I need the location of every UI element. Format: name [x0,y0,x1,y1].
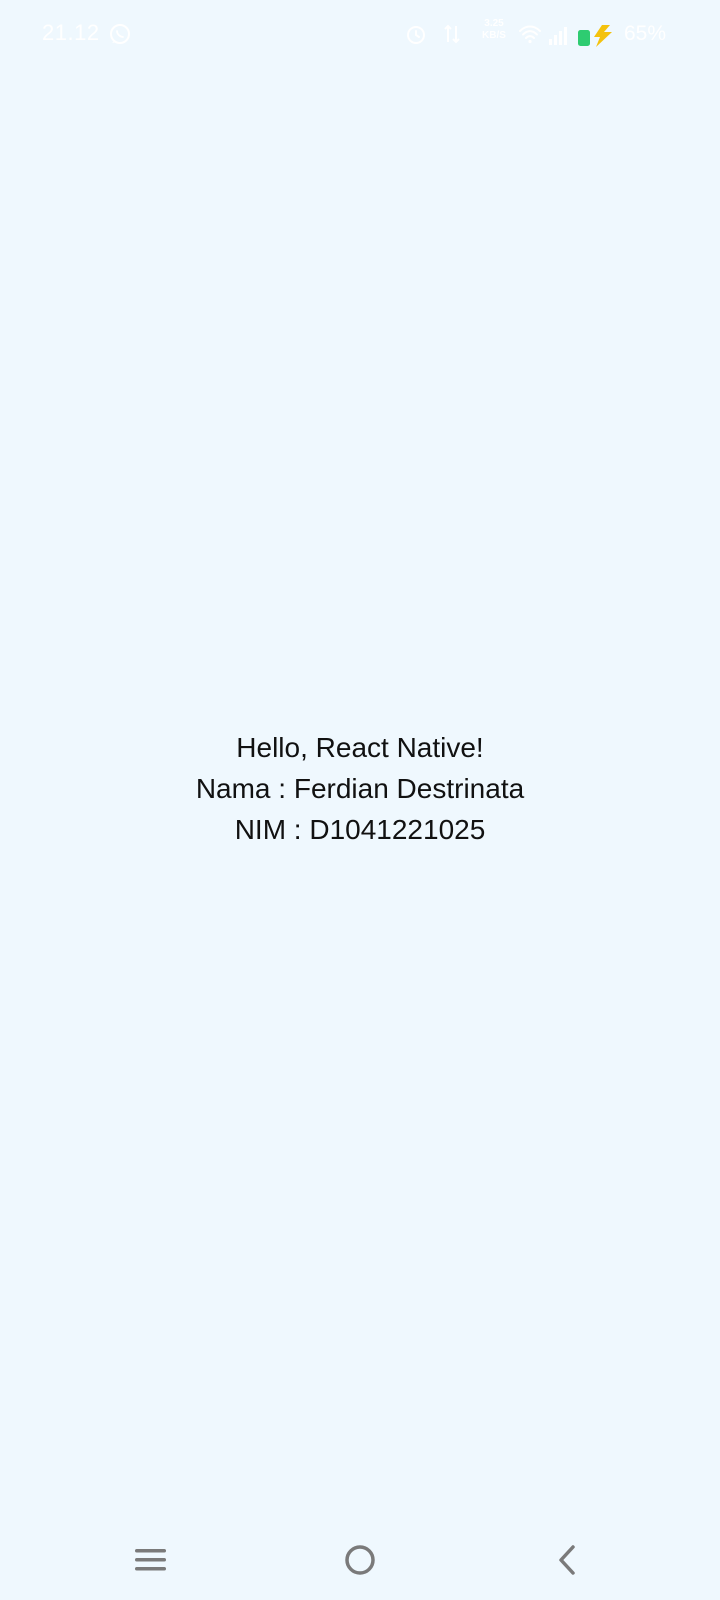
whatsapp-icon [110,24,130,44]
status-time: 21.12 [42,20,100,45]
alarm-icon [407,26,425,44]
status-bar: 21.12 3.25 KB/S 65% [0,0,720,70]
greeting-text: Hello, React Native! [236,732,484,763]
network-speed-value: 3.25 [484,18,504,29]
battery-icon [578,25,612,47]
data-transfer-icon [444,24,460,44]
navigation-bar [0,1520,720,1600]
menu-icon[interactable] [130,1538,174,1582]
battery-percent: 65% [624,22,667,45]
charging-bolt-icon [594,25,612,47]
nim-text: NIM : D1041221025 [234,814,486,845]
network-speed-unit: KB/S [482,30,506,41]
name-text: Nama : Ferdian Destrinata [195,773,525,804]
network-speed: 3.25 KB/S [474,18,514,46]
signal-icon [549,27,567,45]
back-chevron-icon[interactable] [546,1538,590,1582]
home-circle-icon[interactable] [338,1538,382,1582]
main-content: Hello, React Native! Nama : Ferdian Dest… [0,727,720,850]
wifi-icon [519,25,541,44]
